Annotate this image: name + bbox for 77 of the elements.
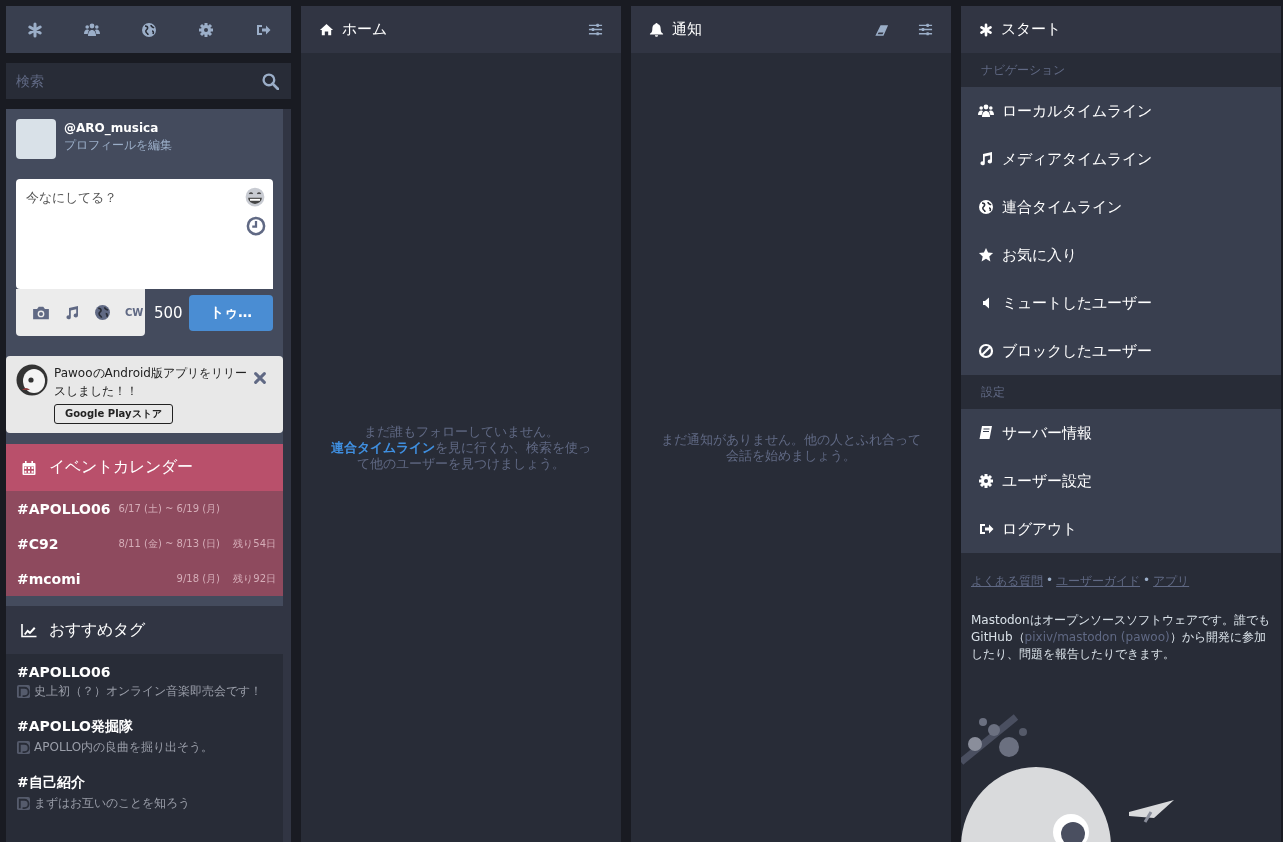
column-title: スタート: [1001, 20, 1061, 39]
announcement-text: PawooのAndroid版アプリをリリースしました！！: [54, 365, 248, 400]
globe-icon[interactable]: [94, 304, 111, 321]
event-tag: #mcomi: [17, 570, 112, 587]
event-dates: 9/18 (月): [175, 571, 220, 586]
event-calendar-title: イベントカレンダー: [49, 457, 193, 478]
sign-out-icon: [978, 521, 994, 537]
event-row[interactable]: #APOLLO06 6/17 (土) ~ 6/19 (月): [6, 491, 283, 526]
ban-icon: [978, 343, 994, 359]
event-dates: 8/11 (金) ~ 8/13 (日): [118, 536, 220, 551]
days-remaining: 残り54日: [232, 536, 276, 551]
event-dates: 6/17 (土) ~ 6/19 (月): [118, 501, 220, 516]
asterisk-icon: [979, 22, 993, 37]
content-warning-toggle[interactable]: CW: [125, 307, 144, 318]
account-handle: @ARO_musica: [64, 121, 160, 135]
globe-icon[interactable]: [140, 21, 157, 38]
menu-item[interactable]: ログアウト: [961, 505, 1281, 553]
section-label: 設定: [961, 375, 1281, 409]
people-icon: [978, 103, 994, 119]
compose-field[interactable]: 今なにしてる？: [16, 179, 273, 289]
tag-description: APOLLO内の良曲を掘り出そう。: [34, 739, 214, 756]
empty-message: まだ誰もフォローしていません。 連合タイムラインを見に行くか、検索を使って他のユーザーを見つけましょう。: [330, 423, 592, 472]
hashtag-link[interactable]: #APOLLO発掘隊: [17, 718, 273, 736]
sliders-icon[interactable]: [588, 22, 603, 37]
separator-dot: •: [1143, 573, 1151, 589]
settings-icon: [978, 473, 994, 489]
asterisk-icon[interactable]: [26, 21, 43, 38]
calendar-icon: [21, 459, 37, 476]
event-row[interactable]: #C92 8/11 (金) ~ 8/13 (日) 残り54日: [6, 526, 283, 561]
menu-item[interactable]: 連合タイムライン: [961, 183, 1281, 231]
menu-item[interactable]: ミュートしたユーザー: [961, 279, 1281, 327]
clock-icon[interactable]: [246, 216, 266, 236]
menu-item[interactable]: ブロックしたユーザー: [961, 327, 1281, 375]
sliders-icon[interactable]: [918, 22, 933, 37]
column-title: ホーム: [342, 20, 387, 39]
section-label: ナビゲーション: [961, 53, 1281, 87]
about-text: Mastodonはオープンソースソフトウェアです。誰でもGitHub（pixiv/mastodon (pawoo)）から開発に参加したり、問題を報告したりできます。: [971, 612, 1271, 663]
music-note-icon: [978, 151, 994, 167]
federated-timeline-link[interactable]: 連合タイムライン: [331, 439, 435, 455]
emoji-icon[interactable]: [245, 187, 265, 207]
tag-description: 史上初（？）オンライン音楽即売会です！: [34, 683, 262, 700]
edit-profile-link[interactable]: プロフィールを編集: [64, 137, 172, 154]
settings-icon[interactable]: [197, 21, 214, 38]
book-icon: [978, 425, 994, 441]
home-icon: [319, 22, 334, 37]
menu-item[interactable]: ローカルタイムライン: [961, 87, 1281, 135]
separator-dot: •: [1046, 573, 1054, 589]
hashtag-link[interactable]: #APOLLO06: [17, 664, 273, 680]
mascot-avatar-drawing: [16, 364, 48, 396]
people-icon[interactable]: [83, 21, 100, 38]
globe-icon: [978, 199, 994, 215]
days-remaining: 残り92日: [232, 571, 276, 586]
menu-item[interactable]: サーバー情報: [961, 409, 1281, 457]
trend-chart-icon: [21, 622, 37, 638]
event-tag: #APOLLO06: [17, 500, 112, 517]
tag-bubble-icon: [17, 741, 30, 754]
suggested-tags-title: おすすめタグ: [49, 619, 145, 641]
column-title: 通知: [672, 20, 702, 39]
music-note-icon[interactable]: [64, 304, 80, 321]
tag-bubble-icon: [17, 685, 30, 698]
bell-icon: [649, 22, 664, 37]
star-icon: [978, 247, 994, 263]
scrollbar[interactable]: [283, 109, 291, 842]
hashtag-link[interactable]: #自己紹介: [17, 774, 273, 792]
tag-description: まずはお互いのことを知ろう: [34, 795, 190, 812]
tag-bubble-icon: [17, 797, 30, 810]
google-play-button[interactable]: Google Playストア: [54, 404, 173, 424]
menu-item[interactable]: お気に入り: [961, 231, 1281, 279]
event-row[interactable]: #mcomi 9/18 (月) 残り92日: [6, 561, 283, 596]
search-field[interactable]: 検索: [6, 63, 291, 99]
search-icon: [262, 73, 279, 90]
empty-message: まだ通知がありません。他の人とふれ合って会話を始めましょう。: [660, 431, 922, 464]
menu-item[interactable]: メディアタイムライン: [961, 135, 1281, 183]
event-tag: #C92: [17, 535, 112, 552]
character-counter: 500: [154, 303, 183, 322]
menu-item[interactable]: ユーザー設定: [961, 457, 1281, 505]
close-icon[interactable]: [253, 371, 267, 385]
